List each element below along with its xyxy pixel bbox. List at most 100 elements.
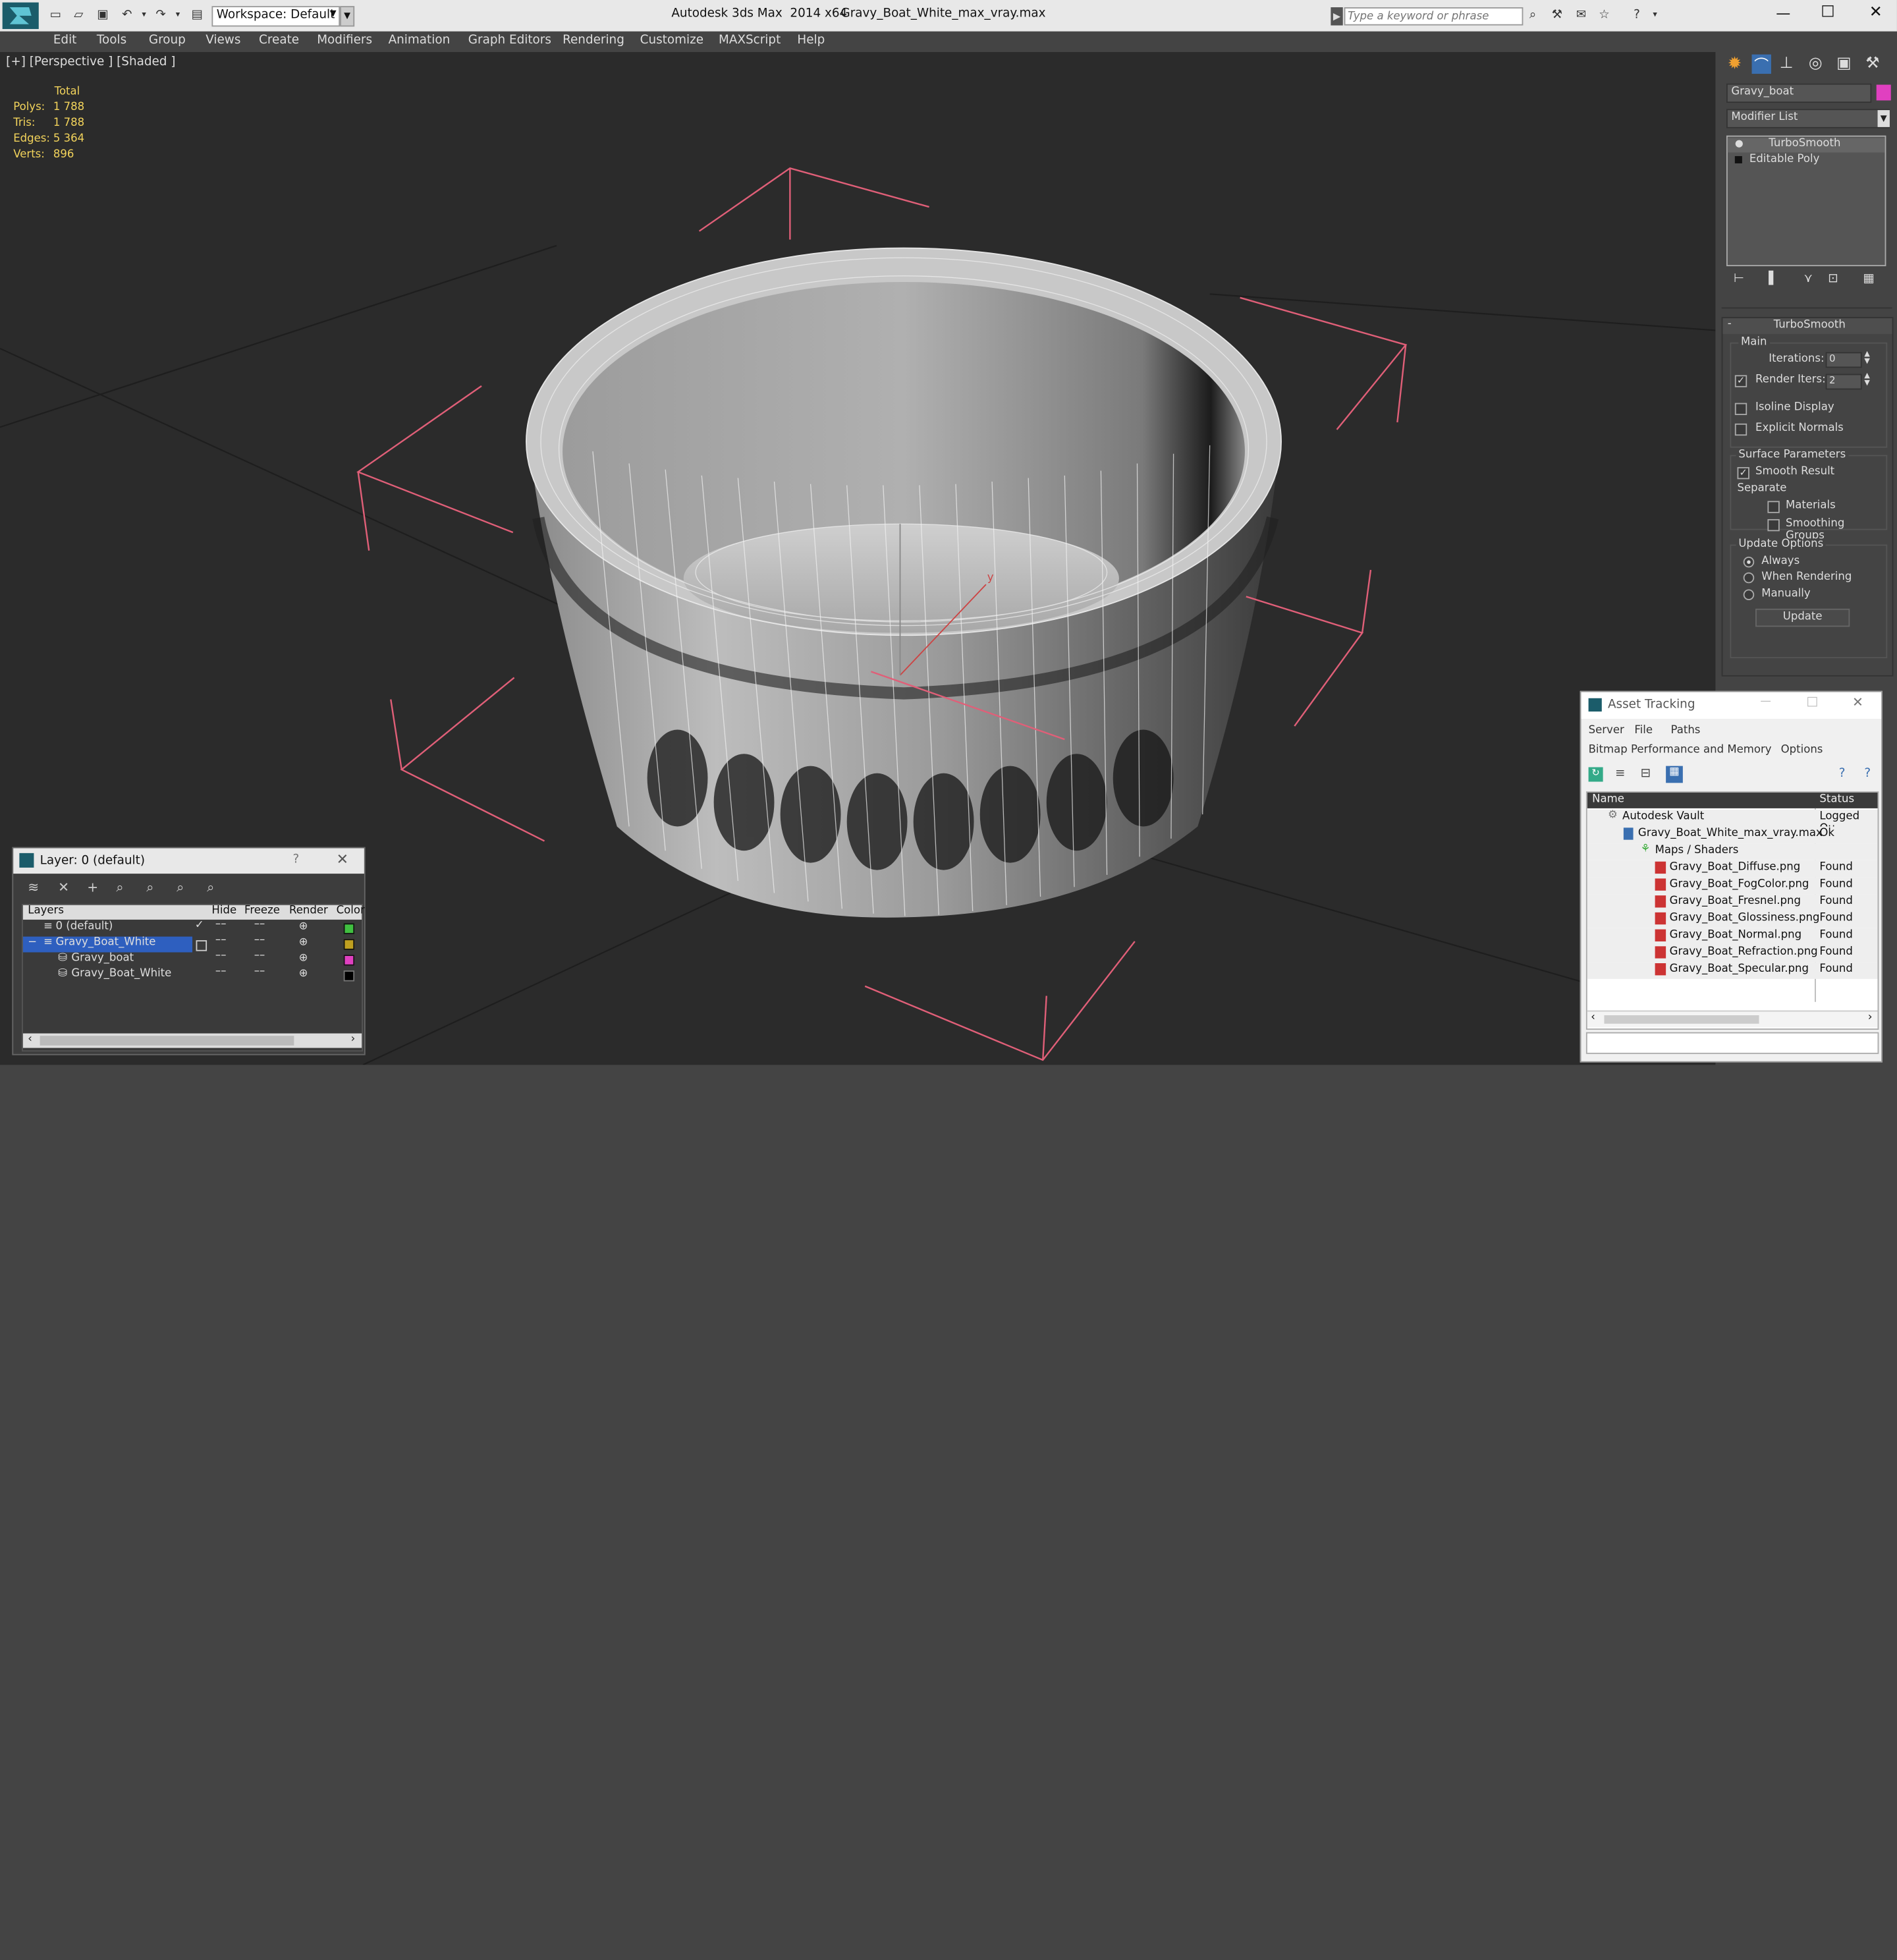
asset-row[interactable]: Gravy_Boat_Specular.png Found xyxy=(1587,962,1878,979)
render-iters-spinner[interactable]: 2 xyxy=(1825,374,1862,390)
horizontal-scrollbar[interactable]: ‹ › xyxy=(22,1033,362,1048)
asset-row[interactable]: ⚙ Autodesk Vault Logged Ou xyxy=(1587,809,1878,835)
undo-dropdown-icon[interactable]: ▾ xyxy=(137,9,151,22)
maximize-button[interactable]: ☐ xyxy=(1821,4,1834,22)
help-icon[interactable]: ? xyxy=(1630,9,1644,22)
hide-toggle[interactable]: –– xyxy=(215,918,227,930)
favorites-star-icon[interactable]: ☆ xyxy=(1597,9,1611,22)
save-file-icon[interactable]: ▣ xyxy=(96,9,110,22)
layers-icon[interactable]: ≋ xyxy=(28,880,39,895)
lightbulb-icon[interactable]: ● xyxy=(1735,138,1744,149)
app-logo-button[interactable] xyxy=(2,2,39,30)
layer-row[interactable]: ⛁ Gravy_Boat_White –– –– ⊕ xyxy=(23,966,362,984)
asset-row[interactable]: Gravy_Boat_FogColor.png Found xyxy=(1587,877,1878,895)
explicit-normals-checkbox[interactable] xyxy=(1734,423,1747,436)
delete-layer-icon[interactable]: ✕ xyxy=(58,880,69,895)
freeze-toggle[interactable]: –– xyxy=(254,934,265,946)
help-context-icon[interactable]: ? xyxy=(1864,767,1871,780)
always-radio[interactable] xyxy=(1743,556,1755,568)
utilities-tab-icon[interactable]: ⚒ xyxy=(1865,55,1879,73)
search-input[interactable] xyxy=(1344,7,1524,26)
menu-animation[interactable]: Animation xyxy=(389,34,451,47)
asset-row[interactable]: Gravy_Boat_Diffuse.png Found xyxy=(1587,860,1878,878)
asset-row[interactable]: Gravy_Boat_Glossiness.png Found xyxy=(1587,911,1878,928)
layer-panel-help-button[interactable]: ? xyxy=(292,853,299,866)
asset-menu-options[interactable]: Options xyxy=(1781,744,1823,756)
layer-panel-titlebar[interactable]: Layer: 0 (default) ? ✕ xyxy=(13,848,364,874)
close-button[interactable]: ✕ xyxy=(1869,4,1883,22)
display-tab-icon[interactable]: ▣ xyxy=(1836,55,1852,73)
col-hide[interactable]: Hide xyxy=(211,905,236,917)
asset-row[interactable]: Gravy_Boat_Refraction.png Found xyxy=(1587,945,1878,963)
maximize-button[interactable]: ☐ xyxy=(1806,694,1818,710)
menu-tools[interactable]: Tools xyxy=(97,34,126,47)
asset-row[interactable]: Gravy_Boat_Fresnel.png Found xyxy=(1587,894,1878,912)
asset-menu-paths[interactable]: Paths xyxy=(1670,725,1700,737)
col-layers[interactable]: Layers xyxy=(28,905,64,917)
render-toggle-icon[interactable]: ⊕ xyxy=(299,952,308,964)
freeze-toggle[interactable]: –– xyxy=(254,950,265,962)
hide-toggle[interactable]: –– xyxy=(215,934,227,946)
minimize-button[interactable]: — xyxy=(1760,696,1771,708)
table-view-icon[interactable]: ▦ xyxy=(1666,766,1683,783)
isoline-display-checkbox[interactable] xyxy=(1734,403,1747,415)
iterations-spinner[interactable]: 0 xyxy=(1825,352,1862,368)
object-color-swatch[interactable] xyxy=(1876,84,1891,101)
menu-group[interactable]: Group xyxy=(149,34,186,47)
expand-icon[interactable] xyxy=(1734,155,1742,163)
when-rendering-radio[interactable] xyxy=(1743,572,1755,584)
show-end-result-icon[interactable]: ▌ xyxy=(1769,272,1778,285)
layer-row[interactable]: − ≡ Gravy_Boat_White xyxy=(22,936,193,953)
menu-create[interactable]: Create xyxy=(259,34,299,47)
manually-radio[interactable] xyxy=(1743,589,1755,601)
undo-icon[interactable]: ↶ xyxy=(120,9,134,22)
viewport-label[interactable]: [+] [Perspective ] [Shaded ] xyxy=(6,55,175,69)
smooth-result-checkbox[interactable]: ✓ xyxy=(1737,466,1749,480)
scroll-right-icon[interactable]: › xyxy=(1868,1011,1873,1023)
scroll-thumb[interactable] xyxy=(1604,1015,1759,1024)
modifier-list-dropdown[interactable]: Modifier List ▼ xyxy=(1726,109,1890,128)
highlight-layer-icon[interactable]: ⌕ xyxy=(146,880,153,897)
open-file-icon[interactable]: ▱ xyxy=(71,9,86,22)
close-button[interactable]: ✕ xyxy=(1852,694,1863,710)
col-render[interactable]: Render xyxy=(289,905,328,917)
layer-color-swatch[interactable] xyxy=(343,970,355,982)
modify-tab-icon[interactable]: ⌒ xyxy=(1751,54,1771,74)
layer-row[interactable]: ≡ 0 (default) ✓ –– –– ⊕ xyxy=(23,918,362,937)
add-layer-icon[interactable]: + xyxy=(87,880,98,895)
menu-edit[interactable]: Edit xyxy=(53,34,77,47)
subscription-icon[interactable]: ⚒ xyxy=(1550,9,1564,22)
menu-modifiers[interactable]: Modifiers xyxy=(317,34,372,47)
update-button[interactable]: Update xyxy=(1755,608,1850,627)
hide-toggle[interactable]: –– xyxy=(215,950,227,962)
render-iters-checkbox[interactable]: ✓ xyxy=(1734,375,1747,387)
smoothing-groups-checkbox[interactable] xyxy=(1767,518,1780,532)
asset-menu-file[interactable]: File xyxy=(1634,725,1653,737)
scroll-right-icon[interactable]: › xyxy=(351,1034,356,1046)
redo-icon[interactable]: ↷ xyxy=(153,9,168,22)
menu-graph-editors[interactable]: Graph Editors xyxy=(468,34,551,47)
asset-row[interactable]: ⚘ Maps / Shaders xyxy=(1587,843,1878,860)
workspace-extra-button[interactable]: ▼ xyxy=(340,6,355,27)
help-dropdown-icon[interactable]: ▾ xyxy=(1648,9,1663,22)
project-folder-icon[interactable]: ▤ xyxy=(190,9,204,22)
asset-menu-bitmap[interactable]: Bitmap Performance and Memory xyxy=(1589,744,1772,756)
menu-help[interactable]: Help xyxy=(797,34,825,47)
freeze-toggle[interactable]: –– xyxy=(254,966,265,978)
binoculars-icon[interactable]: ⌕ xyxy=(1526,9,1540,22)
layer-color-swatch[interactable] xyxy=(343,939,355,950)
menu-customize[interactable]: Customize xyxy=(640,34,703,47)
make-unique-icon[interactable]: ⋎ xyxy=(1804,272,1813,285)
horizontal-scrollbar[interactable]: ‹ › xyxy=(1587,1010,1878,1028)
stack-item-editable-poly[interactable]: Editable Poly xyxy=(1728,154,1885,168)
render-toggle-icon[interactable]: ⊕ xyxy=(299,937,308,949)
remove-modifier-icon[interactable]: ⊡ xyxy=(1828,272,1838,285)
layer-color-swatch[interactable] xyxy=(343,923,355,934)
scroll-left-icon[interactable]: ‹ xyxy=(28,1034,32,1046)
asset-row[interactable]: Gravy_Boat_Normal.png Found xyxy=(1587,928,1878,945)
hierarchy-tab-icon[interactable]: ⊥ xyxy=(1780,55,1794,73)
stack-item-turbosmooth[interactable]: ● TurboSmooth xyxy=(1727,138,1885,153)
menu-rendering[interactable]: Rendering xyxy=(563,34,624,47)
menu-views[interactable]: Views xyxy=(206,34,240,47)
spinner-arrows-icon[interactable]: ▲ ▼ xyxy=(1864,372,1869,387)
